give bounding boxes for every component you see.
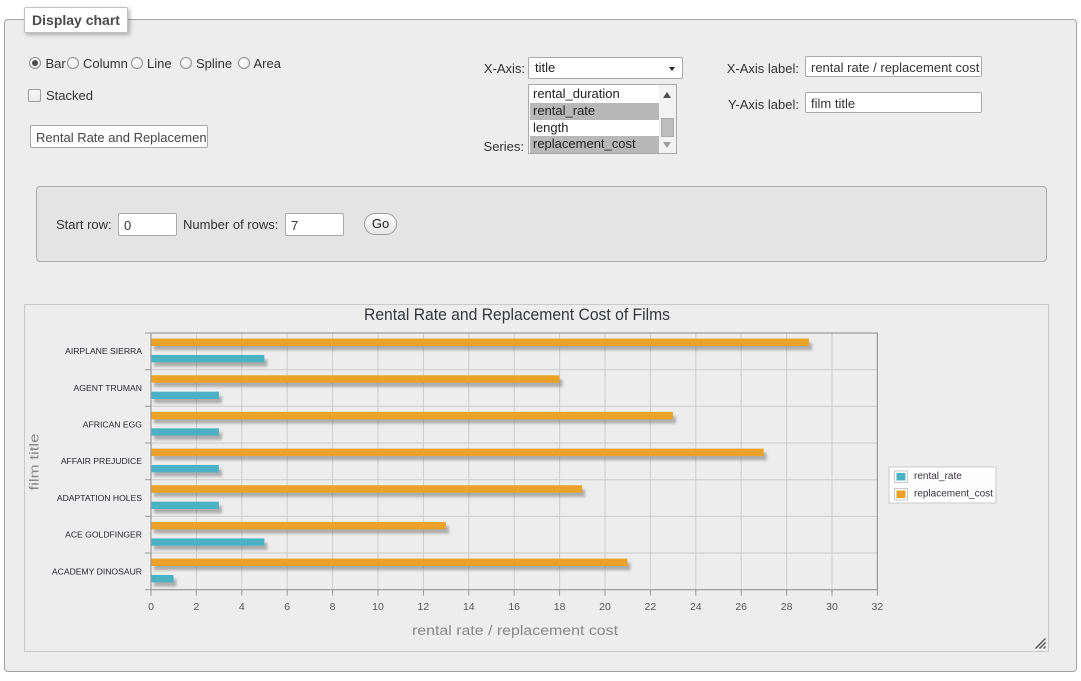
svg-text:18: 18 [554,601,566,613]
svg-text:AFFAIR PREJUDICE: AFFAIR PREJUDICE [61,456,142,466]
svg-text:ACE GOLDFINGER: ACE GOLDFINGER [65,530,142,540]
svg-text:24: 24 [690,601,702,613]
svg-text:12: 12 [418,601,430,613]
svg-text:rental rate / replacement cost: rental rate / replacement cost [412,623,618,638]
svg-text:ADAPTATION HOLES: ADAPTATION HOLES [57,493,142,503]
svg-text:2: 2 [193,601,199,613]
svg-text:AGENT TRUMAN: AGENT TRUMAN [74,383,142,393]
svg-text:ACADEMY DINOSAUR: ACADEMY DINOSAUR [52,566,142,576]
svg-text:30: 30 [826,601,838,613]
svg-text:20: 20 [599,601,611,613]
svg-text:Rental Rate and Replacement Co: Rental Rate and Replacement Cost of Film… [364,305,670,324]
svg-text:8: 8 [330,601,336,613]
svg-text:32: 32 [872,601,884,613]
svg-text:AFRICAN EGG: AFRICAN EGG [83,420,143,430]
svg-text:4: 4 [239,601,245,613]
svg-text:10: 10 [372,601,384,613]
svg-text:22: 22 [645,601,657,613]
svg-text:0: 0 [148,601,154,613]
svg-text:14: 14 [463,601,475,613]
svg-text:16: 16 [508,601,520,613]
svg-text:26: 26 [735,601,747,613]
svg-text:AIRPLANE SIERRA: AIRPLANE SIERRA [65,346,142,356]
svg-text:replacement_cost: replacement_cost [914,488,993,499]
svg-text:28: 28 [781,601,793,613]
svg-text:film title: film title [27,434,42,491]
svg-text:rental_rate: rental_rate [914,471,962,482]
svg-text:6: 6 [284,601,290,613]
